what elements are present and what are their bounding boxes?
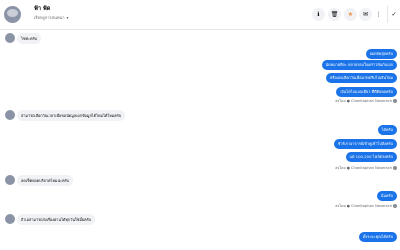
header-divider — [387, 6, 388, 23]
message-bubble[interactable]: ได้ครับ — [377, 125, 397, 135]
sent-by-label: ส่งโดย ● Chanitaphan Noserach — [335, 203, 397, 209]
mail-icon: ✉ — [362, 11, 369, 18]
sender-avatar — [5, 110, 15, 120]
message-bubble[interactable]: หรือเลยเลือกวันเพื่อมาทดรีบไปเสินไหม — [325, 73, 397, 83]
seen-icon — [393, 166, 397, 170]
sent-by-text: ส่งโดย ● Chanitaphan Noserach — [335, 204, 392, 208]
sent-by-text: ส่งโดย ● Chanitaphan Noserach — [335, 166, 392, 170]
sent-by-label: ส่งโดย ● Chanitaphan Noserach — [335, 98, 397, 104]
mail-button[interactable]: ✉ — [359, 8, 372, 21]
message-bubble[interactable]: ตั้งระยะคุณได้ครับ — [358, 232, 397, 242]
message-bubble[interactable]: นัดหมายทีละ หลายรอบในคร่าวพ้นกับเลก — [321, 60, 397, 70]
message-bubble[interactable]: เงินโตไปแบบเดียว ที่ตีดิยอดครับ — [336, 87, 397, 97]
sender-avatar — [5, 33, 15, 43]
message-bubble[interactable]: นั่นครับ — [376, 191, 397, 201]
info-button[interactable]: ℹ — [312, 8, 325, 21]
info-icon: ℹ — [317, 11, 320, 18]
sender-avatar — [5, 175, 15, 185]
message-bubble[interactable]: ลดเช็คยอดบริจาคไหมน่ะครับ — [17, 175, 74, 186]
seen-icon — [393, 99, 397, 103]
trash-icon: 🗑 — [330, 11, 339, 18]
more-button[interactable]: ⋮ — [372, 8, 385, 21]
done-button[interactable]: ✓ — [389, 8, 399, 21]
contact-avatar[interactable] — [4, 6, 21, 23]
message-thread[interactable]: ไข่ค่ะครับ ยอดจัดสุดครับ นัดหมายทีละ หลา… — [0, 31, 400, 250]
check-icon: ✓ — [391, 11, 397, 18]
delete-button[interactable]: 🗑 — [328, 8, 341, 21]
conversation-status[interactable]: เรียกดูการสนทนา ▾ — [34, 14, 69, 21]
seen-icon — [393, 204, 397, 208]
chat-header: ฟ้า ฟ้ด เรียกดูการสนทนา ▾ ℹ 🗑 ★ ✉ ⋮ ✓ — [0, 0, 400, 30]
star-icon: ★ — [347, 11, 354, 18]
message-bubble[interactable]: สามารถเลือกวันเวลาเพื่อขอนัดมูลเอกข้อมูล… — [17, 110, 126, 121]
star-button[interactable]: ★ — [344, 8, 357, 21]
more-icon: ⋮ — [375, 11, 382, 18]
message-bubble[interactable]: ยอดจัดสุดครับ — [365, 49, 397, 59]
chevron-down-icon: ▾ — [66, 15, 69, 20]
sent-by-text: ส่งโดย ● Chanitaphan Noserach — [335, 99, 392, 103]
message-bubble[interactable]: ถ้าเอสามารถส่งเรื่องผ่านได้ทุกวันใช่มั้ย… — [17, 214, 96, 225]
conversation-status-label: เรียกดูการสนทนา — [34, 15, 65, 20]
message-bubble[interactable]: แต่ 100-200 ไฟล์ตรงครับ — [345, 152, 397, 162]
message-bubble[interactable]: ไข่ค่ะครับ — [17, 33, 42, 44]
sent-by-label: ส่งโดย ● Chanitaphan Noserach — [335, 165, 397, 171]
message-bubble[interactable]: ชัวร์เราอาจารย์เข้าดูเข้าไปสังครับ — [333, 139, 397, 149]
sender-avatar — [5, 214, 15, 224]
contact-name[interactable]: ฟ้า ฟ้ด — [34, 5, 50, 13]
